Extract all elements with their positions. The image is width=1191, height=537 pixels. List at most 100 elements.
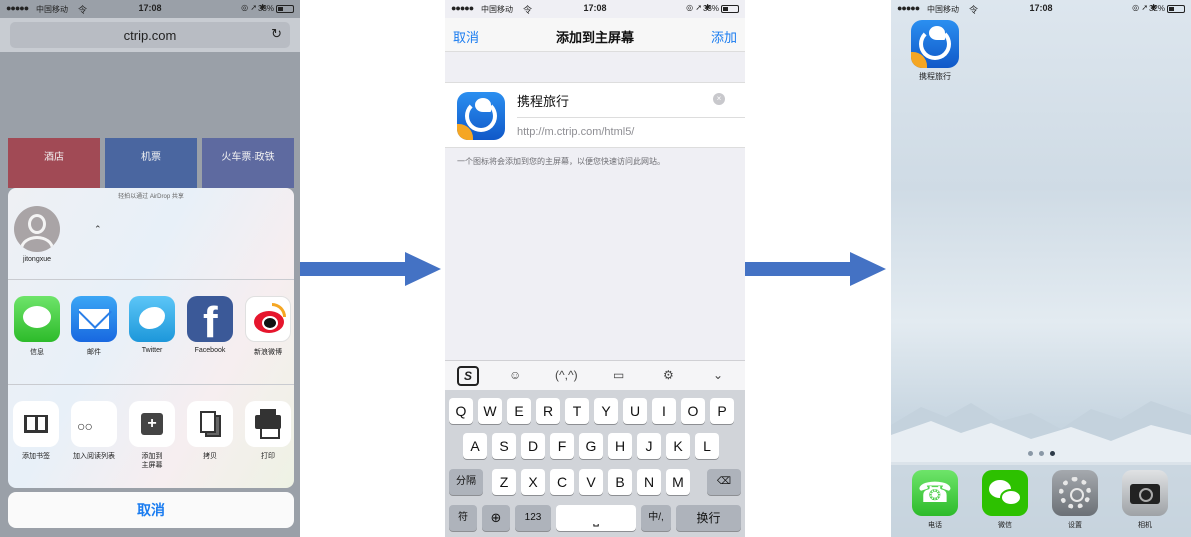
share-app-label: 新浪微博 xyxy=(254,349,282,356)
key-symbols[interactable]: 符 xyxy=(449,505,477,531)
divider xyxy=(8,384,294,385)
reload-icon[interactable]: ↻ xyxy=(271,26,282,42)
action-bookmark[interactable]: 添加书签 xyxy=(10,401,62,461)
share-app-label: 信息 xyxy=(30,349,44,356)
delete-key[interactable]: ⌫ xyxy=(707,469,741,495)
nav-add-button[interactable]: 添加 xyxy=(711,27,737,46)
share-actions-row: 添加书签 ○○ 加入阅读列表 + 添加到 主屏幕 拷贝 打印 xyxy=(13,401,293,471)
share-app-label: 邮件 xyxy=(87,349,101,356)
action-print[interactable]: 打印 xyxy=(242,401,294,461)
key-r[interactable]: R xyxy=(536,398,560,424)
key-v[interactable]: V xyxy=(579,469,603,495)
key-e[interactable]: E xyxy=(507,398,531,424)
divider xyxy=(8,279,294,280)
action-label: 添加到 主屏幕 xyxy=(141,453,163,469)
nav-bar: 取消 添加到主屏幕 添加 xyxy=(445,18,745,52)
stage: ●●●●● 中国移动 令 17:08 ◎ ➚ ✱ 33% ctrip.com ↻… xyxy=(0,0,1191,537)
battery-percent: 32% xyxy=(1148,4,1165,13)
key-j[interactable]: J xyxy=(637,433,661,459)
nav-title: 添加到主屏幕 xyxy=(555,30,634,45)
key-y[interactable]: Y xyxy=(594,398,618,424)
key-b[interactable]: B xyxy=(608,469,632,495)
cancel-button[interactable]: 取消 xyxy=(8,492,294,528)
key-h[interactable]: H xyxy=(608,433,632,459)
key-w[interactable]: W xyxy=(478,398,502,424)
return-key[interactable]: 换行 xyxy=(676,505,741,531)
action-reading-list[interactable]: ○○ 加入阅读列表 xyxy=(68,401,120,461)
share-app-facebook[interactable]: f Facebook xyxy=(186,296,234,354)
app-name-field[interactable]: 携程旅行 xyxy=(517,91,569,110)
twitter-icon xyxy=(129,296,175,342)
dock-app-camera[interactable]: 相机 xyxy=(1119,470,1171,530)
weibo-icon xyxy=(245,296,291,342)
action-label: 添加书签 xyxy=(22,453,50,460)
dock-app-label: 电话 xyxy=(928,522,942,529)
clear-icon[interactable]: × xyxy=(713,93,725,105)
home-screen: ●●●●● 中国移动 令 17:08 ◎ ➚ ✱ 32% 携程旅行 电话 xyxy=(891,0,1191,537)
page-indicator[interactable] xyxy=(891,451,1191,456)
key-g[interactable]: G xyxy=(579,433,603,459)
key-o[interactable]: O xyxy=(681,398,705,424)
mail-icon xyxy=(71,296,117,342)
dock-app-settings[interactable]: 设置 xyxy=(1049,470,1101,530)
key-a[interactable]: A xyxy=(463,433,487,459)
key-chinese-comma[interactable]: 中/, xyxy=(641,505,671,531)
ime-settings-icon[interactable]: ⚙ xyxy=(663,368,674,382)
key-p[interactable]: P xyxy=(710,398,734,424)
keyboard-switch-icon[interactable]: ▭ xyxy=(613,368,624,382)
share-app-label: Twitter xyxy=(141,347,163,354)
key-q[interactable]: Q xyxy=(449,398,473,424)
tile-flights[interactable]: 机票 xyxy=(105,138,197,188)
phone-icon xyxy=(912,470,958,516)
key-k[interactable]: K xyxy=(666,433,690,459)
avatar xyxy=(14,206,60,252)
share-app-mail[interactable]: 邮件 xyxy=(70,296,118,357)
page-tiles: 酒店 机票 火车票·政铁 xyxy=(8,138,294,188)
share-app-messages[interactable]: 信息 xyxy=(13,296,61,357)
key-c[interactable]: C xyxy=(550,469,574,495)
action-add-to-home[interactable]: + 添加到 主屏幕 xyxy=(126,401,178,470)
key-t[interactable]: T xyxy=(565,398,589,424)
key-f[interactable]: F xyxy=(550,433,574,459)
key-i[interactable]: I xyxy=(652,398,676,424)
globe-icon[interactable]: ⊕ xyxy=(482,505,510,531)
key-s[interactable]: S xyxy=(492,433,516,459)
key-m[interactable]: M xyxy=(666,469,690,495)
key-numbers[interactable]: 123 xyxy=(515,505,551,531)
tile-hotel[interactable]: 酒店 xyxy=(8,138,100,188)
dock-app-phone[interactable]: 电话 xyxy=(909,470,961,530)
facebook-icon: f xyxy=(187,296,233,342)
airdrop-contact[interactable]: jitongxue xyxy=(14,206,64,263)
ctrip-app-icon xyxy=(457,92,505,140)
collapse-keyboard-icon[interactable]: ⌄ xyxy=(713,368,723,382)
page-dot xyxy=(1027,451,1033,456)
battery-percent: 33% xyxy=(702,4,719,13)
key-separator[interactable]: 分隔 xyxy=(449,469,483,495)
emoji-icon[interactable]: ☺ xyxy=(509,368,521,382)
dock: 电话 微信 设置 相机 xyxy=(891,462,1191,537)
space-key[interactable]: ⎵ xyxy=(556,505,636,531)
key-x[interactable]: X xyxy=(521,469,545,495)
kaomoji-icon[interactable]: (^,^) xyxy=(555,368,578,382)
sogou-logo-icon[interactable]: S xyxy=(457,366,479,386)
key-l[interactable]: L xyxy=(695,433,719,459)
share-app-label: Facebook xyxy=(194,347,226,354)
key-n[interactable]: N xyxy=(637,469,661,495)
share-app-weibo[interactable]: 新浪微博 xyxy=(244,296,292,357)
share-app-twitter[interactable]: Twitter xyxy=(128,296,176,354)
key-u[interactable]: U xyxy=(623,398,647,424)
hint-text: 一个图标将会添加到您的主屏幕，以便您快速访问此网站。 xyxy=(457,157,665,166)
key-z[interactable]: Z xyxy=(492,469,516,495)
status-bar: ●●●●● 中国移动 令 17:08 ◎ ➚ ✱ 32% xyxy=(891,0,1191,18)
tile-trains[interactable]: 火车票·政铁 xyxy=(202,138,294,188)
battery-icon xyxy=(721,5,739,13)
key-d[interactable]: D xyxy=(521,433,545,459)
add-to-home-screen: ●●●●● 中国移动 令 17:08 ◎ ➚ ✱ 33% 取消 添加到主屏幕 添… xyxy=(445,0,745,537)
url-text: ctrip.com xyxy=(123,28,177,43)
action-copy[interactable]: 拷贝 xyxy=(184,401,236,461)
url-field[interactable]: ctrip.com ↻ xyxy=(10,22,290,48)
home-app-ctrip[interactable]: 携程旅行 xyxy=(909,20,961,82)
dock-app-wechat[interactable]: 微信 xyxy=(979,470,1031,530)
contact-name: jitongxue xyxy=(22,256,52,263)
action-label: 拷贝 xyxy=(203,453,217,460)
